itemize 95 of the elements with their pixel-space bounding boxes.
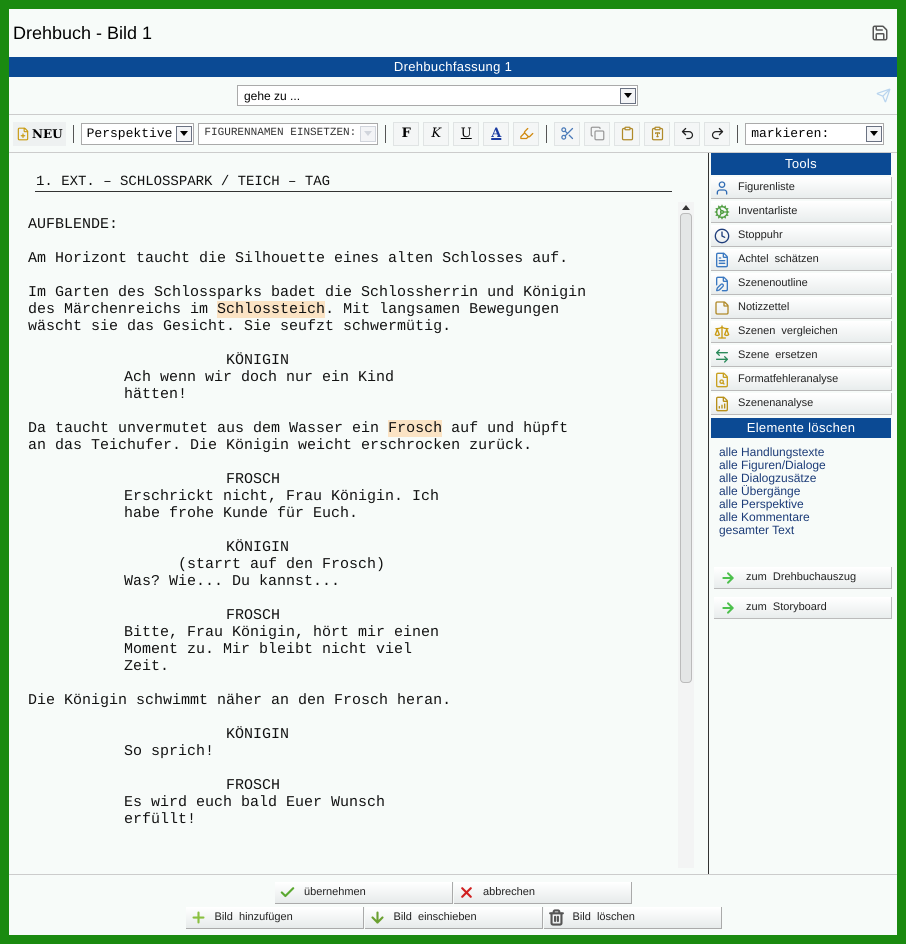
- tool-button[interactable]: Szene ersetzen: [711, 345, 891, 367]
- highlighter-button[interactable]: [513, 122, 540, 146]
- delete-link[interactable]: alle Kommentare: [719, 511, 810, 524]
- delete-header: Elemente löschen: [711, 418, 891, 438]
- delete-link[interactable]: alle Handlungstexte: [719, 446, 824, 459]
- footer-button[interactable]: Bild einschieben: [364, 906, 542, 928]
- footer-button[interactable]: abbrechen: [454, 882, 631, 904]
- tool-button[interactable]: Inventarliste: [711, 201, 891, 223]
- down-arrow-icon: [368, 908, 386, 926]
- gear-icon: [714, 204, 730, 220]
- scene-heading: 1. EXT. – SCHLOSSPARK / TEICH – TAG: [35, 173, 672, 192]
- paste-button[interactable]: [614, 122, 640, 146]
- script-line: FROSCH: [226, 471, 280, 488]
- tool-button[interactable]: Figurenliste: [711, 177, 891, 199]
- script-line: Die Königin schwimmt näher an den Frosch heran.: [28, 692, 452, 709]
- script-line: (starrt auf den Frosch): [178, 556, 386, 573]
- footer-button[interactable]: Bild löschen: [544, 906, 720, 928]
- new-button[interactable]: NEU: [13, 122, 66, 146]
- script-line: Zeit.: [124, 658, 170, 675]
- document-pen-icon: [714, 276, 730, 292]
- tool-button[interactable]: Szenen vergleichen: [711, 321, 891, 343]
- delete-link[interactable]: alle Dialogzusätze: [719, 472, 816, 485]
- nav-button[interactable]: zum Storyboard: [714, 597, 891, 619]
- footer-button[interactable]: übernehmen: [275, 882, 452, 904]
- version-bar: Drehbuchfassung 1: [9, 57, 897, 77]
- tool-button[interactable]: Stoppuhr: [711, 225, 891, 247]
- mark-dropdown[interactable]: markieren:: [745, 122, 884, 144]
- clock-icon: [714, 228, 730, 244]
- undo-icon: [680, 126, 695, 141]
- window-title: Drehbuch - Bild 1: [13, 22, 152, 44]
- format-button[interactable]: K: [423, 122, 450, 146]
- document-search-icon: [714, 372, 730, 388]
- plus-icon: [190, 908, 206, 926]
- script-line: Da taucht unvermutet aus dem Wasser ein Frosch auf und hüpft: [28, 420, 568, 437]
- new-document-icon: [16, 126, 30, 140]
- script-line: habe frohe Kunde für Euch.: [124, 505, 358, 522]
- script-line: Moment zu. Mir bleibt nicht viel: [124, 641, 412, 658]
- undo-button[interactable]: [674, 122, 700, 146]
- scroll-up-icon[interactable]: [682, 205, 690, 210]
- script-line: hätten!: [124, 386, 188, 403]
- script-line: KÖNIGIN: [226, 726, 290, 743]
- goto-dropdown[interactable]: gehe zu ...: [237, 85, 638, 106]
- footer-button[interactable]: Bild hinzufügen: [186, 906, 362, 928]
- tool-button[interactable]: Formatfehleranalyse: [711, 369, 891, 391]
- paste-icon: [620, 126, 635, 141]
- delete-link[interactable]: alle Übergänge: [719, 485, 800, 498]
- note-icon: [714, 300, 730, 316]
- redo-icon: [710, 126, 725, 141]
- swap-icon: [714, 348, 730, 364]
- dropdown[interactable]: Perspektive: [80, 122, 194, 144]
- format-button[interactable]: U: [453, 122, 480, 146]
- tool-button[interactable]: Szenenoutline: [711, 273, 891, 295]
- script-line: FROSCH: [226, 777, 280, 794]
- script-line: Es wird euch bald Euer Wunsch: [124, 794, 386, 811]
- script-line: erfüllt!: [124, 811, 196, 828]
- script-line: wäscht sie das Gesicht. Sie seufzt schwermütig.: [28, 318, 452, 335]
- highlighter-icon: [518, 126, 534, 141]
- script-line: So sprich!: [124, 743, 214, 760]
- redo-button[interactable]: [704, 122, 730, 146]
- script-line: Bitte, Frau Königin, hört mir einen: [124, 624, 440, 641]
- save-icon[interactable]: [871, 24, 889, 42]
- tool-button[interactable]: Szenenanalyse: [711, 393, 891, 415]
- copy-icon: [590, 126, 605, 141]
- delete-link[interactable]: alle Figuren/Dialoge: [719, 459, 826, 472]
- delete-link[interactable]: gesamter Text: [719, 524, 794, 537]
- tool-button[interactable]: Notizzettel: [711, 297, 891, 319]
- script-line: KÖNIGIN: [226, 539, 290, 556]
- chart-document-icon: [714, 396, 730, 412]
- scales-icon: [714, 324, 730, 340]
- right-arrow-icon: [720, 570, 736, 586]
- format-button[interactable]: A: [483, 122, 510, 146]
- script-line: Ach wenn wir doch nur ein Kind: [124, 369, 394, 386]
- script-line: Im Garten des Schlossparks badet die Schlossherrin und Königin: [28, 284, 586, 301]
- copy-button[interactable]: [584, 122, 610, 146]
- script-line: Was? Wie... Du kannst...: [124, 573, 340, 590]
- script-line: AUFBLENDE:: [28, 216, 118, 233]
- delete-link[interactable]: alle Perspektive: [719, 498, 804, 511]
- cut-icon: [560, 126, 575, 141]
- person-icon: [714, 180, 730, 196]
- tools-header: Tools: [711, 153, 891, 175]
- script-line: Erschrickt nicht, Frau Königin. Ich: [124, 488, 440, 505]
- script-line: KÖNIGIN: [226, 352, 290, 369]
- document-icon: [714, 252, 730, 268]
- cut-button[interactable]: [554, 122, 580, 146]
- format-button[interactable]: F: [393, 122, 420, 146]
- script-line: des Märchenreichs im Schlossteich. Mit langsamen Bewegungen: [28, 301, 560, 318]
- script-line: Am Horizont taucht die Silhouette eines alten Schlosses auf.: [28, 250, 568, 267]
- right-arrow-icon: [720, 600, 736, 616]
- script-line: an das Teichufer. Die Königin weicht erschrocken zurück.: [28, 437, 532, 454]
- tool-button[interactable]: Achtel schätzen: [711, 249, 891, 271]
- paste-text-icon: [650, 126, 665, 141]
- scrollbar[interactable]: [678, 202, 694, 868]
- nav-button[interactable]: zum Drehbuchauszug: [714, 567, 891, 589]
- script-line: FROSCH: [226, 607, 280, 624]
- trash-icon: [548, 908, 564, 926]
